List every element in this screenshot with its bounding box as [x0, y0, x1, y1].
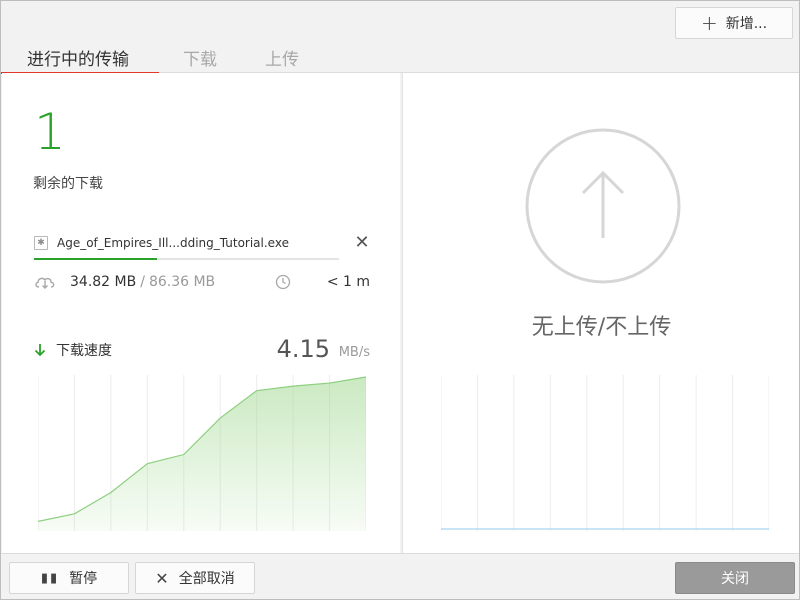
download-speed: 下载速度 4.15 MB/s	[34, 335, 370, 365]
download-panel: 1 剩余的下载 ✱ Age_of_Empires_Ill...dding_Tut…	[2, 73, 400, 553]
cloud-download-icon	[35, 277, 55, 289]
transfer-window: + 新增... 进行中的传输 下载 上传 1 剩余的下载 ✱ Age_of_Em…	[0, 0, 800, 600]
download-speed-unit: MB/s	[338, 345, 370, 360]
plus-icon: +	[700, 11, 718, 35]
close-icon: ✕	[155, 568, 169, 588]
no-uploads-message: 无上传/不上传	[531, 315, 672, 340]
pause-label: 暂停	[69, 571, 98, 587]
upload-panel: 无上传/不上传	[402, 73, 799, 553]
download-item: ✱ Age_of_Empires_Ill...dding_Tutorial.ex…	[34, 231, 370, 255]
cancel-all-label: 全部取消	[178, 571, 235, 587]
downloaded-size: 34.82 MB	[70, 274, 137, 290]
cancel-all-button[interactable]: ✕ 全部取消	[135, 562, 255, 594]
footer: ▮▮ 暂停 ✕ 全部取消 关闭	[1, 553, 799, 599]
arrow-down-icon	[34, 344, 46, 357]
time-remaining: < 1 m	[326, 274, 370, 290]
file-name: Age_of_Empires_Ill...dding_Tutorial.exe	[57, 236, 289, 250]
remaining-download-label: 剩余的下载	[33, 176, 103, 192]
file-icon: ✱	[34, 236, 48, 250]
download-speed-value: 4.15	[276, 335, 330, 363]
close-label: 关闭	[721, 571, 749, 587]
pause-button[interactable]: ▮▮ 暂停	[9, 562, 129, 594]
new-button-label: 新增...	[725, 16, 768, 32]
tab-active-transfers[interactable]: 进行中的传输	[1, 41, 159, 74]
download-progress-bar	[34, 258, 339, 260]
cancel-download-icon[interactable]: ✕	[354, 234, 370, 252]
tab-bar: 进行中的传输 下载 上传	[1, 41, 323, 74]
new-button[interactable]: + 新增...	[675, 7, 793, 39]
upload-icon	[525, 128, 681, 284]
total-size: 86.36 MB	[148, 274, 216, 290]
tab-downloads[interactable]: 下载	[159, 41, 241, 73]
clock-icon	[275, 274, 290, 290]
size-separator: /	[140, 274, 145, 290]
download-speed-chart	[38, 375, 366, 531]
download-progress-fill	[34, 258, 157, 260]
close-button[interactable]: 关闭	[675, 562, 795, 594]
pause-icon: ▮▮	[40, 570, 60, 586]
download-speed-label: 下载速度	[56, 343, 112, 359]
upload-speed-chart	[441, 375, 769, 531]
remaining-download-count: 1	[34, 103, 66, 161]
header: + 新增... 进行中的传输 下载 上传	[1, 1, 799, 74]
download-chart-area	[38, 377, 366, 531]
tab-uploads[interactable]: 上传	[241, 41, 323, 73]
download-stats: 34.82 MB / 86.36 MB < 1 m	[34, 272, 370, 292]
